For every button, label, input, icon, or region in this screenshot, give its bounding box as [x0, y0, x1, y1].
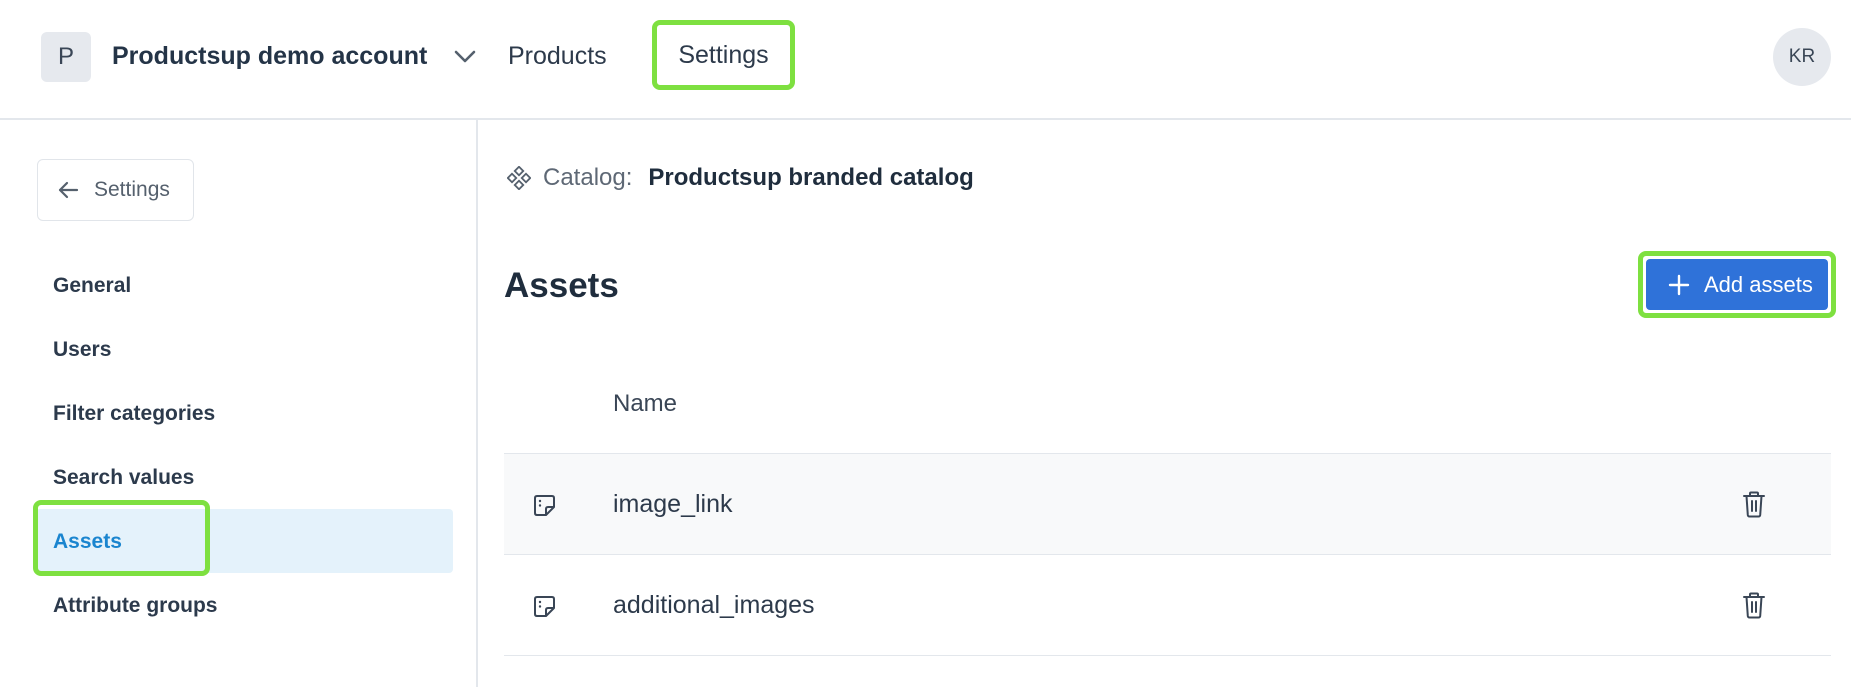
account-avatar[interactable]: P: [41, 32, 91, 82]
nav-settings-label: Settings: [678, 40, 769, 69]
page-title: Assets: [504, 266, 619, 305]
catalog-name: Productsup branded catalog: [648, 164, 974, 191]
add-assets-button[interactable]: Add assets: [1646, 259, 1828, 310]
trash-icon[interactable]: [1742, 491, 1766, 518]
sidebar-item-assets[interactable]: Assets: [53, 530, 122, 554]
account-name[interactable]: Productsup demo account: [112, 42, 427, 71]
catalog-label: Catalog:: [543, 164, 633, 191]
user-avatar[interactable]: KR: [1773, 28, 1831, 86]
top-navigation-bar: P Productsup demo account Products Setti…: [0, 0, 1851, 120]
sidebar-item-users[interactable]: Users: [53, 338, 111, 362]
catalog-icon: [507, 166, 531, 190]
back-to-settings-button[interactable]: Settings: [37, 159, 194, 221]
column-header-name[interactable]: Name: [613, 390, 677, 418]
table-row[interactable]: image_link: [504, 454, 1831, 555]
trash-icon[interactable]: [1742, 592, 1766, 619]
table-header: Name: [504, 355, 1831, 454]
main-content: Catalog: Productsup branded catalog Asse…: [480, 120, 1851, 687]
nav-products[interactable]: Products: [508, 42, 607, 71]
asset-name: image_link: [613, 489, 733, 518]
sidebar-item-attribute-groups[interactable]: Attribute groups: [53, 594, 217, 618]
sidebar-item-search-values[interactable]: Search values: [53, 466, 194, 490]
back-button-label: Settings: [94, 178, 170, 201]
asset-name: additional_images: [613, 590, 815, 619]
asset-note-icon: [534, 495, 555, 516]
add-assets-label: Add assets: [1704, 271, 1813, 297]
plus-icon: [1668, 274, 1690, 295]
asset-note-icon: [534, 596, 555, 617]
settings-sidebar: Settings General Users Filter categories…: [0, 120, 478, 687]
chevron-down-icon[interactable]: [452, 43, 478, 69]
catalog-breadcrumb: Catalog: Productsup branded catalog: [507, 164, 974, 192]
table-row[interactable]: additional_images: [504, 555, 1831, 656]
nav-settings[interactable]: Settings: [652, 20, 795, 90]
arrow-left-icon: [58, 181, 79, 199]
sidebar-item-filter-categories[interactable]: Filter categories: [53, 402, 215, 426]
assets-table: Name image_link additional_images: [504, 355, 1831, 656]
sidebar-item-general[interactable]: General: [53, 274, 131, 298]
